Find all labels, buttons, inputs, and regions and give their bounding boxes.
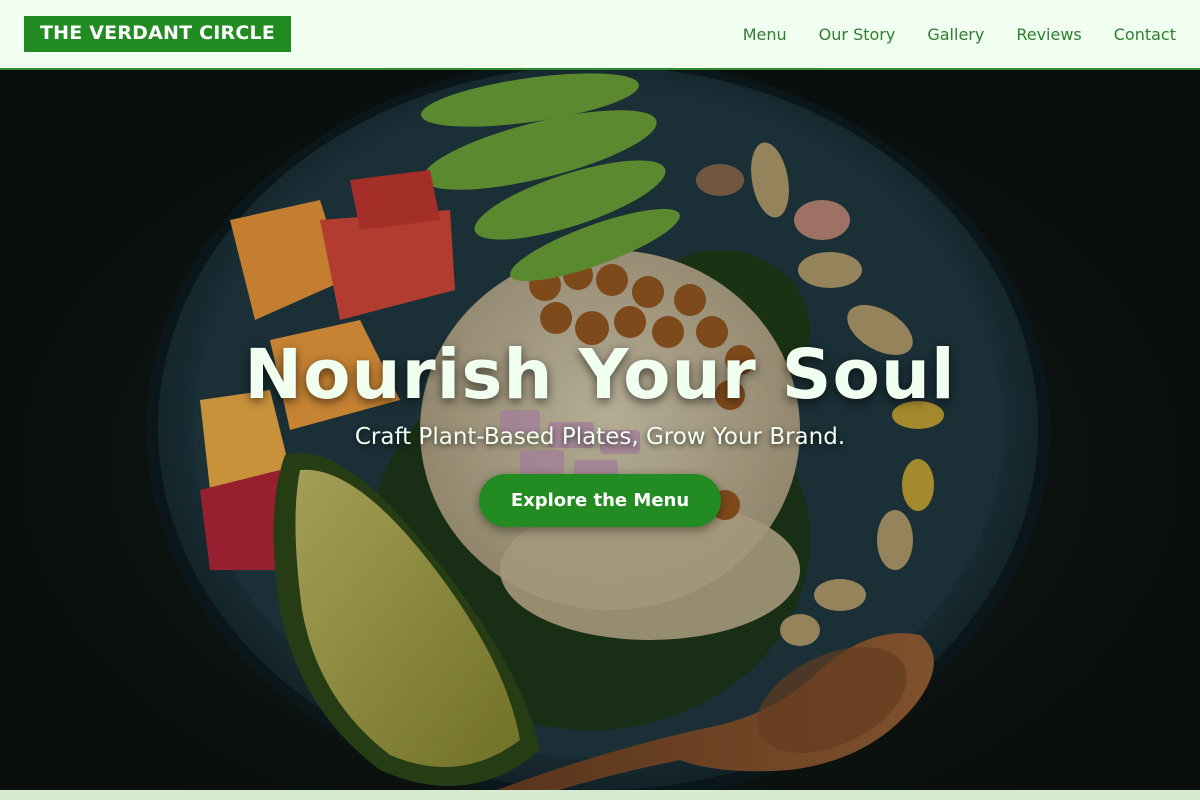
site-header: THE VERDANT CIRCLE Menu Our Story Galler… [0,0,1200,70]
nav-link-our-story[interactable]: Our Story [819,25,896,44]
hero-section: Nourish Your Soul Craft Plant-Based Plat… [0,70,1200,790]
brand-logo[interactable]: THE VERDANT CIRCLE [24,16,291,52]
hero-subtitle: Craft Plant-Based Plates, Grow Your Bran… [354,424,846,450]
explore-menu-button[interactable]: Explore the Menu [479,474,721,527]
hero-title: Nourish Your Soul [244,335,956,415]
nav-link-contact[interactable]: Contact [1114,25,1176,44]
nav-link-gallery[interactable]: Gallery [927,25,984,44]
next-section-edge [0,790,1200,800]
nav-link-reviews[interactable]: Reviews [1016,25,1081,44]
main-nav: Menu Our Story Gallery Reviews Contact [743,25,1176,44]
nav-link-menu[interactable]: Menu [743,25,787,44]
hero-content: Nourish Your Soul Craft Plant-Based Plat… [0,332,1200,527]
